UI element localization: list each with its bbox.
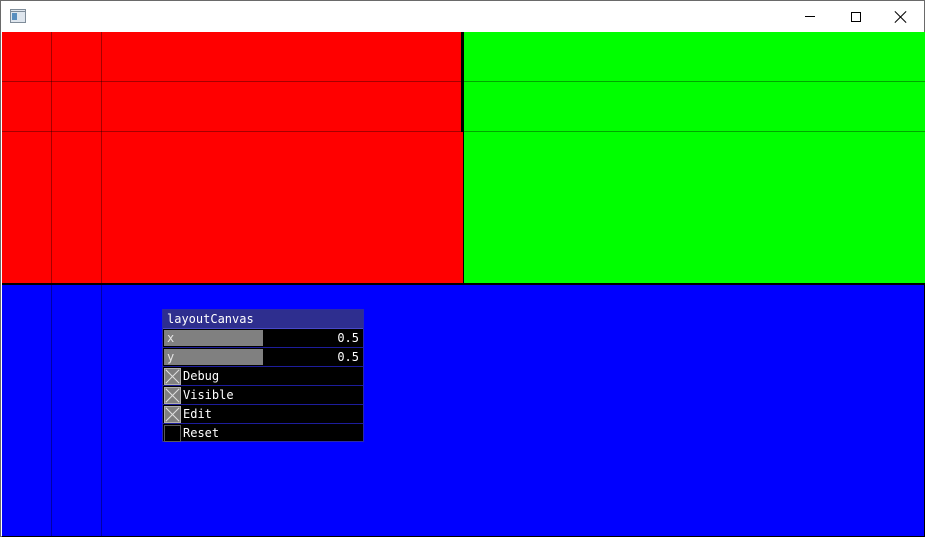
slider-fill [164, 330, 263, 346]
checkbox[interactable] [164, 406, 181, 423]
toggle-reset[interactable]: Reset [163, 424, 363, 443]
toggle-debug[interactable]: Debug [163, 367, 363, 386]
minimize-icon [805, 16, 815, 17]
toggle-label: Debug [183, 369, 220, 383]
toggle-label: Edit [183, 407, 212, 421]
toggle-label: Reset [183, 426, 220, 440]
panel-title[interactable]: layoutCanvas [163, 310, 363, 329]
grid-line [2, 81, 463, 82]
grid-line [464, 81, 925, 82]
grid-line [2, 131, 463, 132]
maximize-button[interactable] [833, 1, 879, 32]
layout-canvas[interactable] [2, 32, 925, 537]
slider-fill [164, 349, 263, 365]
slider-y[interactable]: y 0.5 [163, 348, 363, 367]
checkbox[interactable] [164, 425, 181, 442]
app-window-icon [10, 9, 26, 23]
debug-panel: layoutCanvas x 0.5 y 0.5 Debug Visible E… [162, 309, 364, 442]
grid-line [101, 285, 102, 536]
grid-line [464, 131, 925, 132]
grid-line [51, 32, 52, 283]
pane-red[interactable] [2, 32, 463, 283]
slider-value: 0.5 [337, 331, 359, 345]
checkbox[interactable] [164, 387, 181, 404]
slider-x[interactable]: x 0.5 [163, 329, 363, 348]
slider-value: 0.5 [337, 350, 359, 364]
toggle-edit[interactable]: Edit [163, 405, 363, 424]
pane-green[interactable] [464, 32, 925, 283]
checkbox[interactable] [164, 368, 181, 385]
minimize-button[interactable] [787, 1, 833, 32]
toggle-visible[interactable]: Visible [163, 386, 363, 405]
grid-line [51, 285, 52, 536]
grid-line [101, 32, 102, 283]
close-button[interactable] [878, 1, 924, 32]
app-window: layoutCanvas x 0.5 y 0.5 Debug Visible E… [0, 0, 925, 537]
close-icon [895, 11, 907, 23]
title-bar[interactable] [1, 1, 924, 32]
slider-label: x [167, 331, 175, 345]
maximize-icon [851, 11, 861, 22]
toggle-label: Visible [183, 388, 234, 402]
pane-blue[interactable] [2, 285, 924, 536]
slider-label: y [167, 350, 175, 364]
